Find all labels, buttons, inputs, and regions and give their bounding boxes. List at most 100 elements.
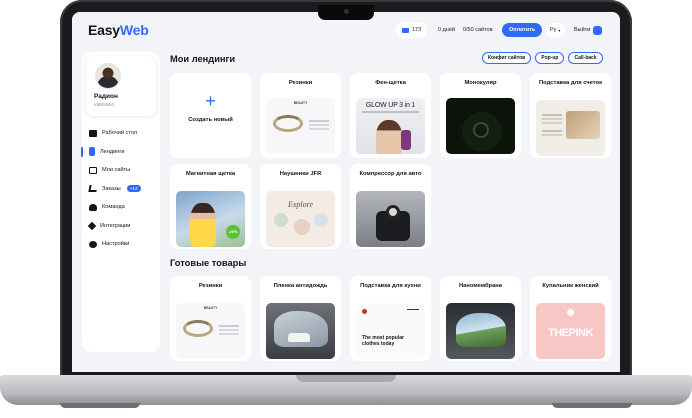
header-icons [407, 309, 419, 313]
card-thumbnail [536, 100, 605, 156]
thumb-headline: GLOW UP 3 in 1 [365, 102, 416, 109]
monitor-icon [89, 129, 97, 137]
card-thumbnail: -20% [176, 191, 245, 247]
profile-name: Радион [94, 93, 118, 100]
logo[interactable]: EasyWeb [88, 22, 149, 38]
card-title: Наномембрана [458, 283, 503, 289]
landings-title: Мои лендинги [170, 54, 236, 64]
sidebar-item-orders[interactable]: Заказы +12 [82, 180, 160, 199]
card-thumbnail: The most popular clothes today [356, 303, 425, 359]
create-landing-label: Создать новый [188, 117, 233, 123]
app-screen: EasyWeb 173 0 дней 0/50 сайтов Оплатить … [72, 12, 620, 372]
products-title: Готовые товары [170, 258, 247, 268]
logout-button[interactable]: Выйти [574, 23, 603, 37]
sidebar-item-desktop[interactable]: Рабочий стол [82, 124, 160, 143]
card-thumbnail [446, 303, 515, 359]
sidebar-item-label: Лендинги [100, 148, 125, 155]
callback-button[interactable]: Call-back [568, 52, 603, 64]
sidebar-item-label: Рабочий стол [102, 130, 138, 137]
chevron-down-icon: ▾ [558, 27, 561, 33]
browser-icon [89, 166, 97, 174]
logo-main: Easy [88, 22, 120, 38]
thumb-text-lines [309, 120, 329, 122]
gear-icon [89, 240, 97, 248]
card-title: Подставка для кухни [360, 283, 421, 289]
card-title: Магнитная щетка [185, 171, 236, 177]
earbuds-image [314, 213, 328, 227]
laptop-foot-left [60, 403, 140, 408]
plan-info: 0 дней 0/50 сайтов [438, 22, 493, 38]
landing-card[interactable]: Фен-щетка GLOW UP 3 in 1 [350, 73, 431, 158]
landing-card[interactable]: Наушники JFR Explore [260, 164, 341, 249]
avatar [95, 63, 121, 89]
product-card[interactable]: Пленка антидождь [260, 276, 341, 361]
exit-icon [593, 25, 603, 35]
card-title: Пленка антидождь [273, 283, 328, 289]
card-thumbnail: BEAUTY [266, 98, 335, 154]
card-thumbnail [446, 98, 515, 154]
coin-icon [402, 27, 409, 33]
sites-count: 0/50 сайтов [462, 27, 493, 33]
days-left: 0 дней [438, 27, 455, 33]
card-thumbnail [356, 191, 425, 247]
sidebar-item-label: Мои сайты [102, 167, 131, 174]
card-title: Наушники JFR [279, 171, 322, 177]
coins-balance[interactable]: 173 [396, 22, 428, 38]
sidebar: Радион id985654 Рабочий стол Лендинги Мо… [81, 52, 160, 352]
gauge-icon [386, 205, 400, 219]
landing-card[interactable]: Резинки BEAUTY [260, 73, 341, 158]
laptop-base-groove [296, 375, 396, 382]
bracelet-image [183, 320, 213, 337]
thumb-text-lines [219, 325, 239, 327]
profile-card[interactable]: Радион id985654 [86, 56, 156, 116]
orders-badge: +12 [126, 185, 141, 193]
logout-label: Выйти [574, 27, 591, 33]
pay-button[interactable]: Оплатить [502, 23, 543, 37]
brand-icon [362, 309, 367, 314]
stand-image [566, 111, 600, 139]
woman-image [376, 120, 402, 154]
thumb-subline [362, 111, 419, 113]
product-card[interactable]: Подставка для кухни The most popular clo… [350, 276, 431, 361]
product-card[interactable]: Купальник женский THEPINK [530, 276, 611, 361]
landing-card[interactable]: Магнитная щетка -20% [170, 164, 251, 249]
hairbrush-image [401, 130, 411, 150]
config-sites-button[interactable]: Конфиг сайтов [482, 52, 532, 64]
sidebar-item-my-sites[interactable]: Мои сайты [82, 161, 160, 180]
sidebar-item-settings[interactable]: Настройки [82, 235, 160, 254]
language-select[interactable]: Ру ▾ [545, 23, 566, 37]
product-card[interactable]: Резинки BEAUTY [170, 276, 251, 361]
sidebar-nav: Рабочий стол Лендинги Мои сайты Заказы +… [81, 124, 160, 254]
cart-icon [88, 185, 98, 193]
thumb-brand: BEAUTY [293, 101, 308, 105]
integrations-icon [87, 221, 97, 230]
card-thumbnail: Explore [266, 191, 335, 247]
card-title: Подставка для счеток [539, 80, 602, 86]
earbuds-image [274, 213, 288, 227]
sidebar-item-label: Команда [102, 204, 125, 211]
landing-card[interactable]: Подставка для счеток [530, 73, 611, 158]
product-card[interactable]: Наномембрана [440, 276, 521, 361]
card-thumbnail: BEAUTY [176, 303, 245, 359]
thumb-headline: THEPINK [548, 327, 593, 339]
card-title: Компрессор для авто [359, 171, 422, 177]
profile-id: id985654 [94, 103, 114, 108]
team-icon [89, 203, 97, 211]
bracelet-image [273, 115, 303, 132]
plus-icon: + [205, 91, 216, 111]
sidebar-item-label: Интеграции [100, 222, 131, 229]
landings-actions: Конфиг сайтов Pop-up Call-back [482, 52, 603, 64]
camera-icon [344, 9, 349, 14]
phone-icon [89, 147, 95, 157]
car-image [288, 333, 310, 342]
sidebar-item-team[interactable]: Команда [82, 198, 160, 217]
thumb-brand: BEAUTY [203, 306, 218, 310]
card-thumbnail: GLOW UP 3 in 1 [356, 98, 425, 154]
sidebar-item-landings[interactable]: Лендинги [81, 143, 160, 162]
sidebar-item-integrations[interactable]: Интеграции [82, 217, 160, 236]
create-landing-card[interactable]: + Создать новый [170, 73, 251, 158]
card-thumbnail [266, 303, 335, 359]
landing-card[interactable]: Монокуляр [440, 73, 521, 158]
popup-button[interactable]: Pop-up [535, 52, 565, 64]
landing-card[interactable]: Компрессор для авто [350, 164, 431, 249]
